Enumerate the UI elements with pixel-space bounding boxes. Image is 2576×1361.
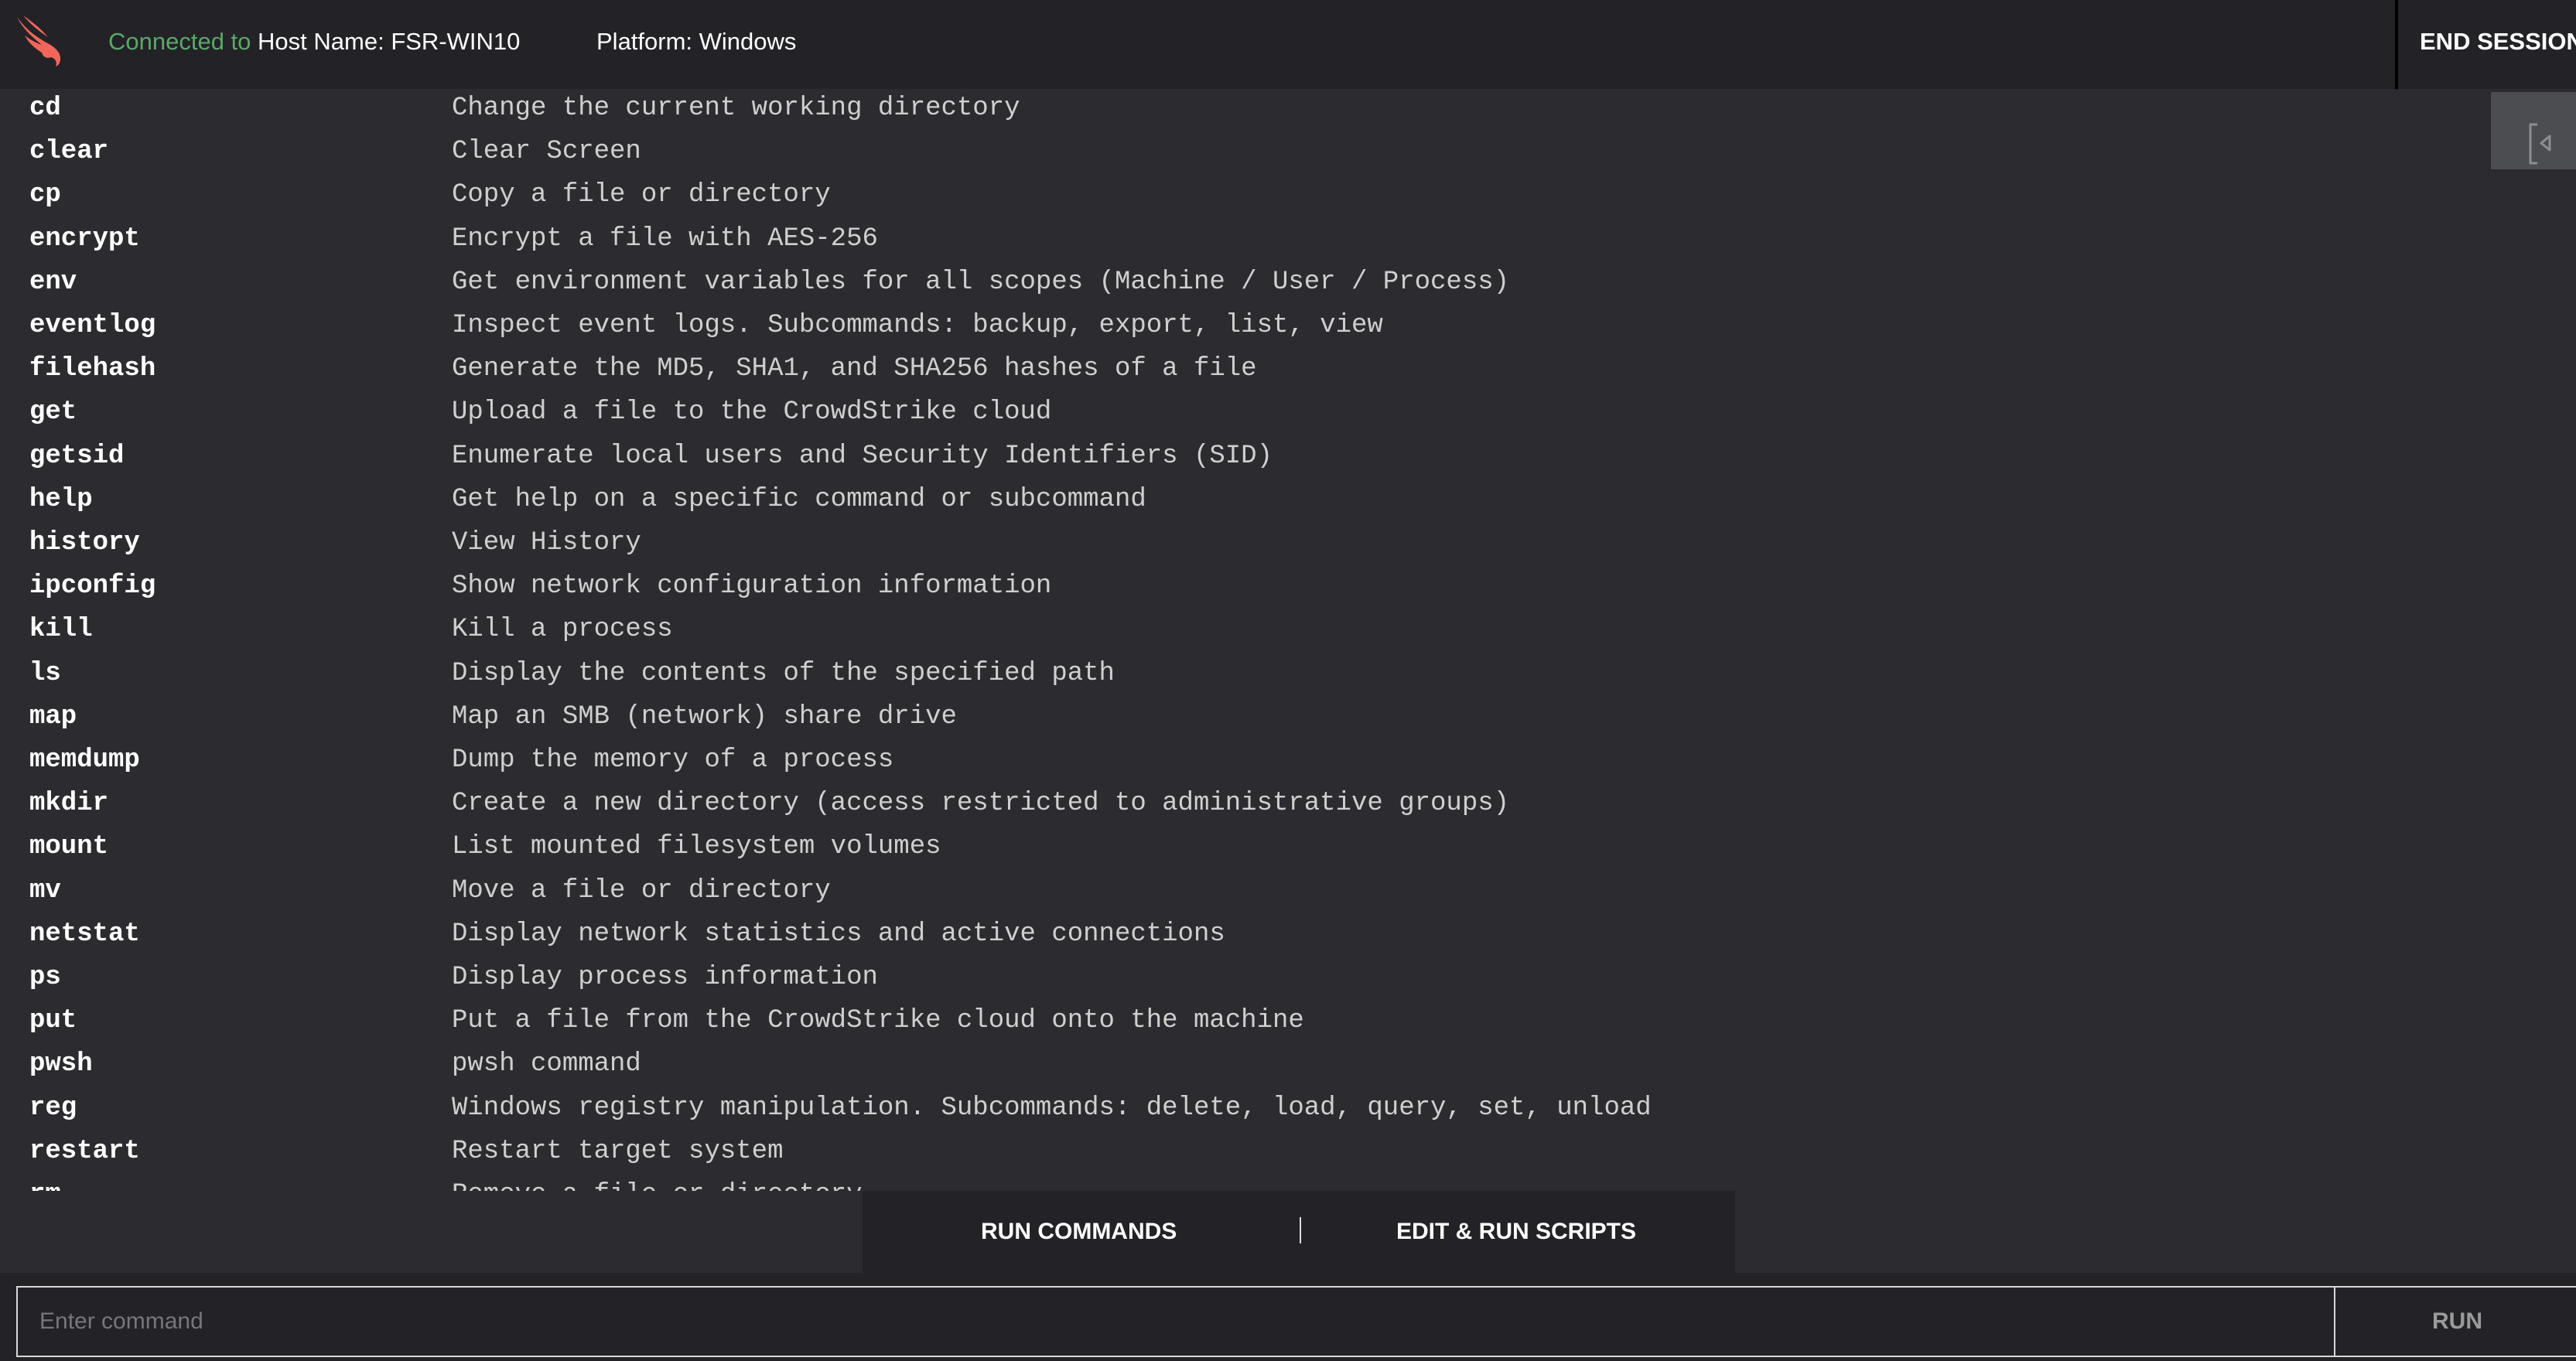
- command-description: Inspect event logs. Subcommands: backup,…: [452, 311, 1383, 340]
- command-name: map: [29, 701, 77, 732]
- command-name: kill: [29, 615, 93, 645]
- command-description: Move a file or directory: [452, 875, 831, 906]
- command-description: Display network statistics and active co…: [452, 919, 1225, 949]
- command-description: Show network configuration information: [452, 571, 1052, 602]
- command-description: Create a new directory (access restricte…: [452, 789, 1510, 819]
- session-header: Connected to Host Name: FSR-WIN10 Platfo…: [0, 0, 2576, 89]
- command-name: eventlog: [29, 311, 156, 340]
- command-description: pwsh command: [452, 1049, 641, 1080]
- connection-status: Connected to Host Name: FSR-WIN10: [108, 28, 520, 56]
- command-name: memdump: [29, 745, 140, 775]
- command-description: Restart target system: [452, 1136, 784, 1166]
- command-description: Remove a file or directory: [452, 1180, 863, 1191]
- header-divider: [2395, 0, 2398, 89]
- command-description: Display the contents of the specified pa…: [452, 658, 1115, 688]
- command-description: Clear Screen: [452, 137, 641, 167]
- collapse-panel-icon: [2529, 123, 2551, 165]
- command-description: Get help on a specific command or subcom…: [452, 484, 1146, 514]
- command-name: history: [29, 528, 140, 558]
- command-name: mount: [29, 832, 109, 862]
- tab-separator: [1300, 1217, 1301, 1243]
- command-description: Enumerate local users and Security Ident…: [452, 441, 1273, 471]
- command-name: netstat: [29, 919, 140, 949]
- command-description: Copy a file or directory: [452, 180, 831, 210]
- command-name: ps: [29, 963, 61, 992]
- tab-run-commands[interactable]: RUN COMMANDS: [981, 1219, 1177, 1245]
- console-output: cd Change the current working directory cl…: [0, 89, 2576, 1273]
- command-name: help: [29, 484, 93, 514]
- command-name: getsid: [29, 441, 125, 471]
- command-name: rm: [29, 1180, 61, 1191]
- command-name: ipconfig: [29, 571, 156, 602]
- command-name: cp: [29, 180, 61, 210]
- command-name: env: [29, 267, 77, 297]
- command-name: encrypt: [29, 223, 140, 254]
- command-description: Get environment variables for all scopes…: [452, 267, 1510, 297]
- command-description: Display process information: [452, 963, 878, 992]
- command-name: reg: [29, 1093, 77, 1123]
- command-name: filehash: [29, 354, 156, 384]
- platform-label: Platform: Windows: [596, 28, 797, 55]
- command-description: Kill a process: [452, 615, 673, 645]
- command-description: Generate the MD5, SHA1, and SHA256 hashe…: [452, 354, 1257, 384]
- side-panel-toggle-button[interactable]: [2491, 92, 2576, 169]
- command-description: Encrypt a file with AES-256: [452, 223, 878, 254]
- command-name: pwsh: [29, 1049, 93, 1080]
- command-bar: RUN: [16, 1286, 2576, 1357]
- host-name: Host Name: FSR-WIN10: [258, 28, 521, 55]
- command-name: clear: [29, 137, 109, 167]
- command-description: Change the current working directory: [452, 94, 1020, 123]
- tab-edit-run-scripts[interactable]: EDIT & RUN SCRIPTS: [1396, 1219, 1636, 1245]
- end-session-button[interactable]: END SESSION: [2420, 28, 2576, 56]
- command-description: Dump the memory of a process: [452, 745, 894, 775]
- command-name: put: [29, 1006, 77, 1036]
- command-description: Put a file from the CrowdStrike cloud on…: [452, 1006, 1304, 1036]
- command-description: List mounted filesystem volumes: [452, 832, 941, 862]
- command-name: mv: [29, 875, 61, 906]
- command-description: Windows registry manipulation. Subcomman…: [452, 1093, 1652, 1123]
- command-name: mkdir: [29, 789, 109, 819]
- command-description: Map an SMB (network) share drive: [452, 701, 957, 732]
- command-name: get: [29, 397, 77, 428]
- command-description: Upload a file to the CrowdStrike cloud: [452, 397, 1052, 428]
- command-input[interactable]: [18, 1288, 2335, 1356]
- command-description: View History: [452, 528, 641, 558]
- connected-label: Connected to: [108, 28, 251, 55]
- command-name: ls: [29, 658, 61, 688]
- mode-tabs: RUN COMMANDS EDIT & RUN SCRIPTS: [863, 1191, 1735, 1273]
- command-name: cd: [29, 94, 61, 123]
- command-list: cd Change the current working directory cl…: [0, 89, 2475, 1191]
- crowdstrike-falcon-logo: [17, 15, 61, 67]
- run-button[interactable]: RUN: [2337, 1288, 2576, 1356]
- command-name: restart: [29, 1136, 140, 1166]
